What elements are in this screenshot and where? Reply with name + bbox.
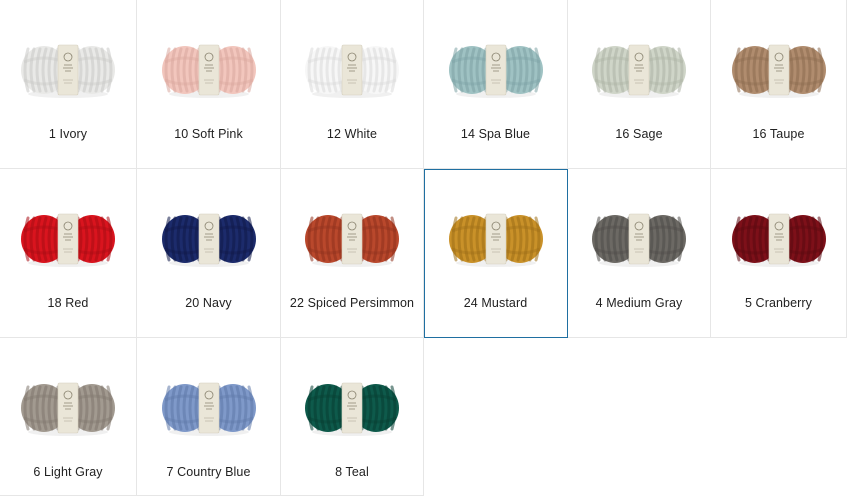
swatch-label: 12 White (326, 127, 378, 141)
swatch-label: 18 Red (47, 296, 89, 310)
yarn-skein-image (20, 378, 116, 438)
swatch-16-taupe[interactable]: 16 Taupe (711, 0, 847, 169)
yarn-skein-image (161, 209, 257, 269)
swatch-18-red[interactable]: 18 Red (0, 169, 137, 338)
yarn-skein-image (161, 378, 257, 438)
swatch-label: 16 Taupe (752, 127, 805, 141)
yarn-skein-image (304, 378, 400, 438)
swatch-5-cranberry[interactable]: 5 Cranberry (711, 169, 847, 338)
yarn-skein-image (448, 40, 544, 100)
swatch-7-country-blue[interactable]: 7 Country Blue (137, 338, 281, 496)
color-swatch-grid: 1 Ivory 10 Soft Pink 12 White 14 Spa Blue 16… (0, 0, 847, 496)
swatch-14-spa-blue[interactable]: 14 Spa Blue (424, 0, 568, 169)
swatch-label: 20 Navy (185, 296, 232, 310)
yarn-skein-image (20, 209, 116, 269)
swatch-label: 24 Mustard (463, 296, 528, 310)
yarn-skein-image (591, 40, 687, 100)
swatch-8-teal[interactable]: 8 Teal (281, 338, 424, 496)
swatch-label: 4 Medium Gray (595, 296, 683, 310)
yarn-skein-image (20, 40, 116, 100)
yarn-skein-image (304, 40, 400, 100)
yarn-skein-image (161, 40, 257, 100)
swatch-22-spiced-persimmon[interactable]: 22 Spiced Persimmon (281, 169, 424, 338)
swatch-label: 10 Soft Pink (174, 127, 243, 141)
yarn-skein-image (448, 209, 544, 269)
swatch-24-mustard[interactable]: 24 Mustard (424, 169, 568, 338)
swatch-label: 22 Spiced Persimmon (289, 296, 415, 310)
swatch-1-ivory[interactable]: 1 Ivory (0, 0, 137, 169)
yarn-skein-image (304, 209, 400, 269)
swatch-label: 6 Light Gray (33, 465, 103, 479)
swatch-label: 7 Country Blue (166, 465, 251, 479)
swatch-20-navy[interactable]: 20 Navy (137, 169, 281, 338)
swatch-label: 8 Teal (335, 465, 369, 479)
swatch-6-light-gray[interactable]: 6 Light Gray (0, 338, 137, 496)
swatch-10-soft-pink[interactable]: 10 Soft Pink (137, 0, 281, 169)
yarn-skein-image (731, 40, 827, 100)
swatch-label: 5 Cranberry (744, 296, 813, 310)
yarn-skein-image (731, 209, 827, 269)
yarn-skein-image (591, 209, 687, 269)
swatch-12-white[interactable]: 12 White (281, 0, 424, 169)
swatch-label: 1 Ivory (48, 127, 88, 141)
swatch-label: 14 Spa Blue (460, 127, 531, 141)
swatch-label: 16 Sage (615, 127, 663, 141)
swatch-4-medium-gray[interactable]: 4 Medium Gray (568, 169, 711, 338)
swatch-16-sage[interactable]: 16 Sage (568, 0, 711, 169)
